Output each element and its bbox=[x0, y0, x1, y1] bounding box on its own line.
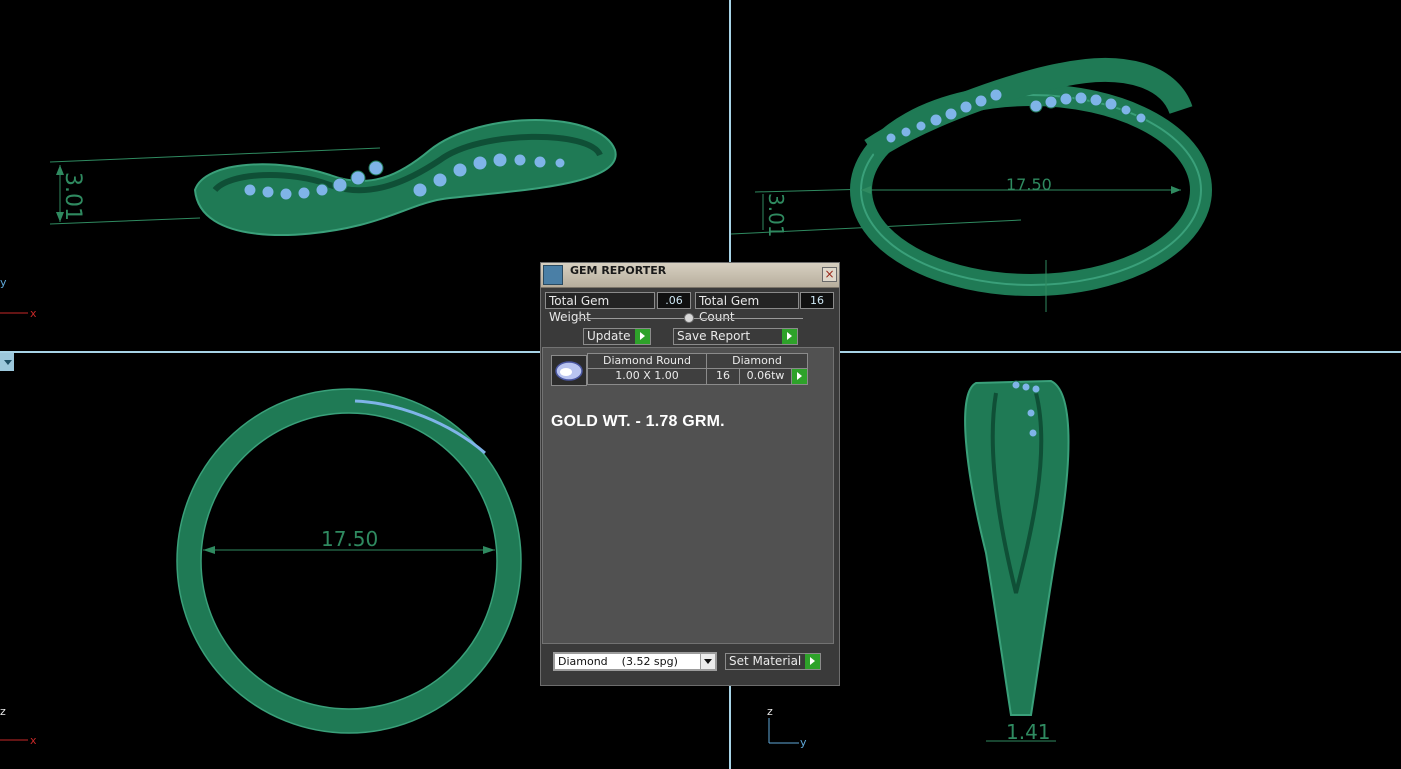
total-gem-count-value: 16 bbox=[800, 292, 834, 309]
axis-label-z: z bbox=[0, 705, 6, 718]
save-report-button-label: Save Report bbox=[677, 329, 751, 343]
dimension-label-width: 17.50 bbox=[1006, 175, 1052, 194]
gem-row-action-button[interactable] bbox=[791, 368, 808, 385]
update-button-label: Update bbox=[587, 329, 631, 343]
gem-count-cell: 16 bbox=[706, 368, 740, 385]
update-button[interactable]: Update bbox=[583, 328, 651, 345]
total-gem-count-label: Total Gem Count bbox=[695, 292, 799, 324]
material-select-value: Diamond (3.52 spg) bbox=[558, 655, 678, 668]
material-select[interactable]: Diamond (3.52 spg) bbox=[553, 652, 717, 671]
gem-reporter-icon bbox=[543, 265, 563, 285]
dialog-title-bar[interactable]: GEM REPORTER × bbox=[541, 263, 839, 288]
chevron-down-icon[interactable] bbox=[700, 654, 715, 669]
splitter-handle[interactable] bbox=[684, 313, 694, 323]
gem-report-panel: Diamond Round Diamond 1.00 X 1.00 16 0.0… bbox=[542, 347, 834, 644]
dimension-label-height: 3.01 bbox=[60, 172, 85, 221]
axis-label-y: y bbox=[800, 736, 807, 749]
close-button[interactable]: × bbox=[822, 267, 837, 282]
play-arrow-icon bbox=[805, 654, 820, 669]
set-material-button-label: Set Material bbox=[729, 654, 802, 668]
axis-label-x: x bbox=[30, 734, 37, 747]
gem-name-cell: Diamond Round bbox=[587, 353, 707, 369]
play-arrow-icon bbox=[782, 329, 797, 344]
gem-size-cell: 1.00 X 1.00 bbox=[587, 368, 707, 385]
dimension-label-height: 3.01 bbox=[764, 193, 788, 238]
axis-label-y: y bbox=[0, 276, 7, 289]
gold-weight-note: GOLD WT. - 1.78 GRM. bbox=[551, 413, 725, 430]
viewport-menu-button[interactable] bbox=[0, 353, 14, 371]
set-material-button[interactable]: Set Material bbox=[725, 653, 821, 670]
dimension-label-thickness: 1.41 bbox=[1006, 720, 1051, 744]
gem-type-cell: Diamond bbox=[706, 353, 808, 369]
gem-reporter-dialog: GEM REPORTER × Total Gem Weight .06 Tota… bbox=[540, 262, 840, 686]
dialog-title: GEM REPORTER bbox=[570, 264, 667, 277]
dimension-label-diameter: 17.50 bbox=[321, 527, 378, 551]
axis-label-z: z bbox=[767, 705, 773, 718]
diamond-round-icon bbox=[551, 355, 587, 386]
total-gem-weight-label: Total Gem Weight bbox=[545, 292, 655, 324]
play-arrow-icon bbox=[792, 369, 807, 384]
gem-weight-cell: 0.06tw bbox=[739, 368, 792, 385]
axis-label-x: x bbox=[30, 307, 37, 320]
play-arrow-icon bbox=[635, 329, 650, 344]
total-gem-weight-value: .06 bbox=[657, 292, 691, 309]
save-report-button[interactable]: Save Report bbox=[673, 328, 798, 345]
